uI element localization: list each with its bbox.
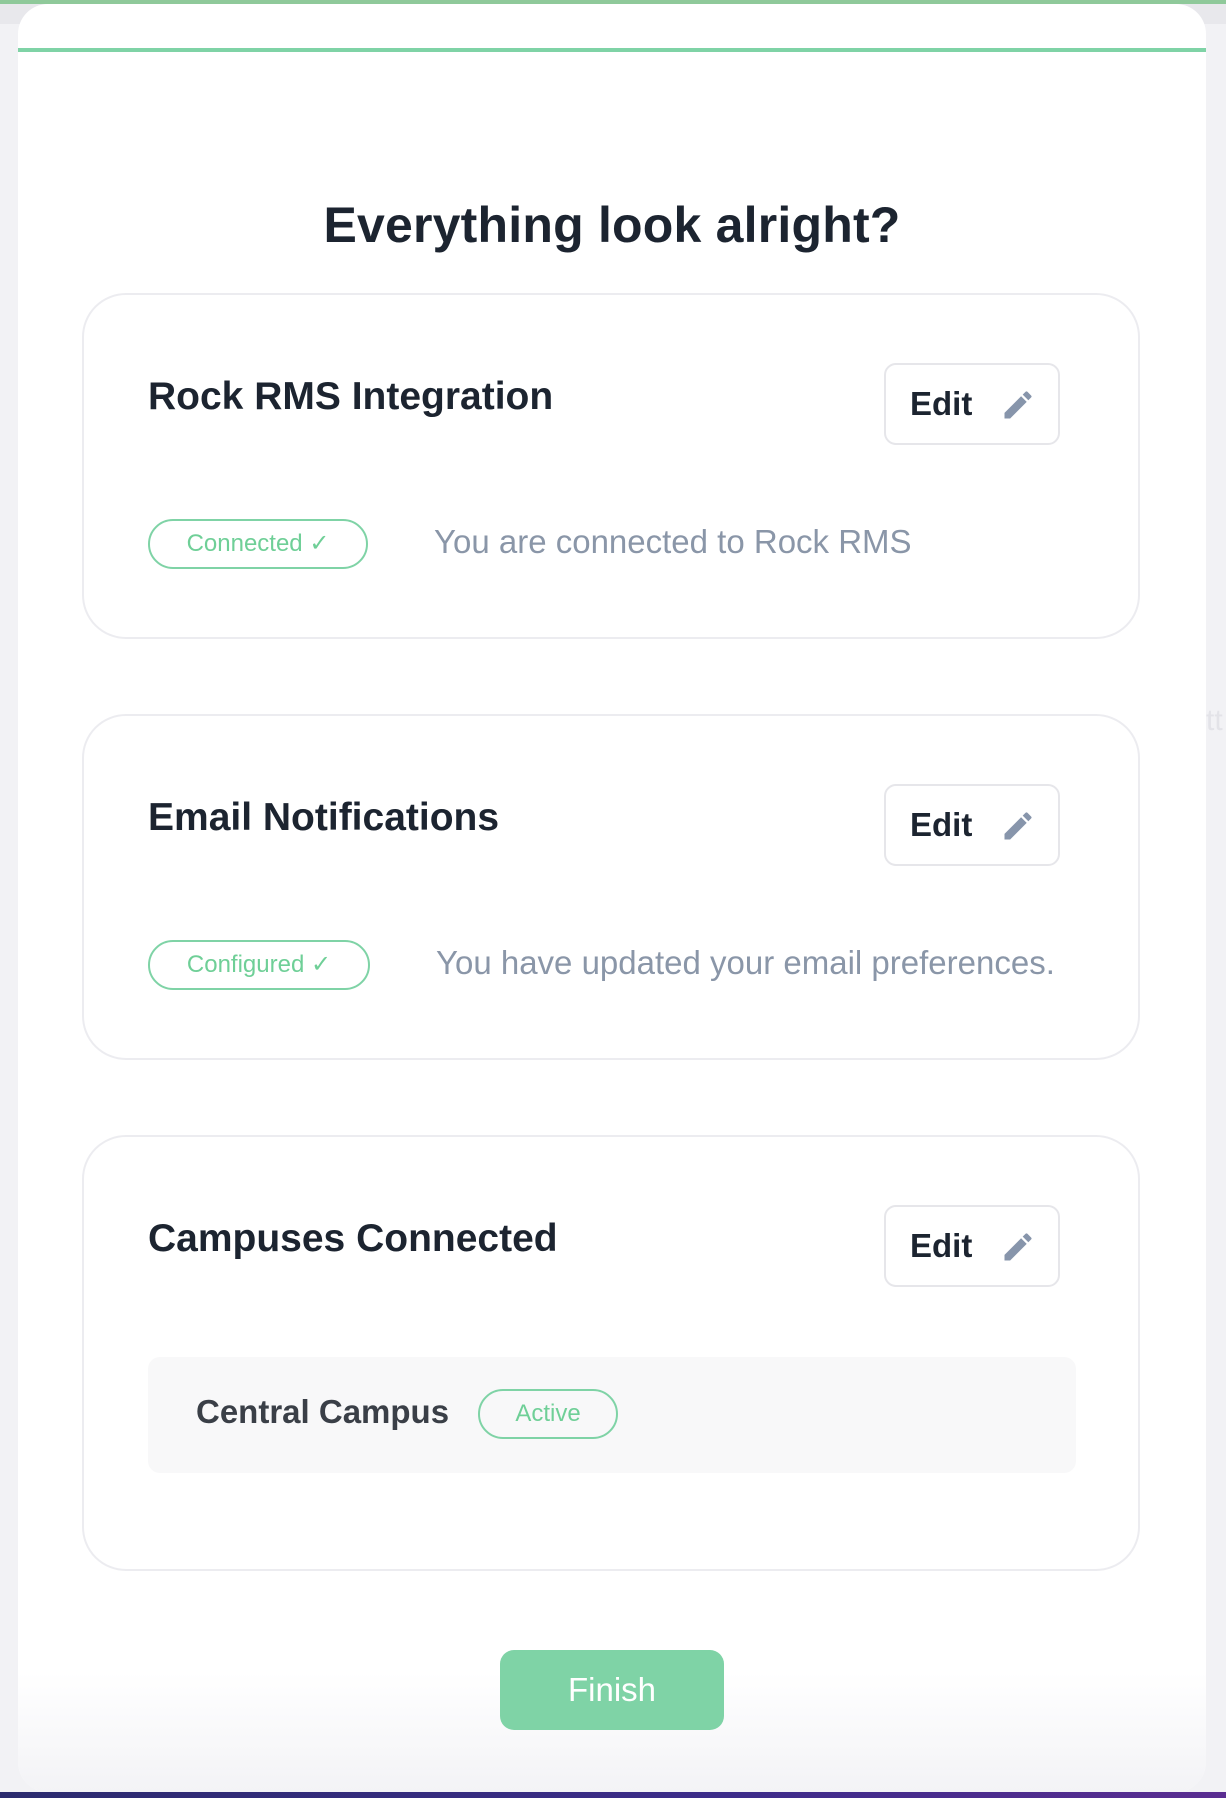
status-badge: Connected ✓ bbox=[148, 519, 368, 569]
card-email-notifications: Email Notifications Edit Configured ✓ Yo… bbox=[82, 714, 1140, 1060]
page-title: Everything look alright? bbox=[323, 197, 901, 253]
campus-status-badge: Active bbox=[478, 1389, 618, 1439]
card-campuses-connected: Campuses Connected Edit Central Campus A… bbox=[82, 1135, 1140, 1571]
pencil-icon bbox=[1004, 812, 1032, 840]
finish-button[interactable]: Finish bbox=[500, 1650, 724, 1730]
status-badge: Configured ✓ bbox=[148, 940, 370, 990]
card-title: Email Notifications bbox=[148, 796, 500, 839]
campus-name: Central Campus bbox=[196, 1393, 450, 1430]
pencil-icon bbox=[1004, 1233, 1032, 1261]
edit-campuses-button[interactable]: Edit bbox=[884, 1205, 1060, 1287]
edit-button-label: Edit bbox=[910, 806, 973, 843]
edit-rock-rms-button[interactable]: Edit bbox=[884, 363, 1060, 445]
card-rock-rms-integration: Rock RMS Integration Edit Connected ✓ Yo… bbox=[82, 293, 1140, 639]
review-modal: Everything look alright? Rock RMS Integr… bbox=[18, 4, 1206, 1792]
progress-bar bbox=[18, 48, 1206, 52]
window-bottom-border bbox=[0, 1792, 1226, 1798]
edit-button-label: Edit bbox=[910, 385, 973, 422]
card-title: Campuses Connected bbox=[148, 1217, 558, 1260]
card-title: Rock RMS Integration bbox=[148, 375, 554, 418]
edit-button-label: Edit bbox=[910, 1227, 973, 1264]
card-description: You have updated your email preferences. bbox=[436, 944, 1055, 981]
backdrop-text-fragment: tt bbox=[1206, 704, 1223, 737]
card-description: You are connected to Rock RMS bbox=[434, 523, 912, 560]
edit-email-notifications-button[interactable]: Edit bbox=[884, 784, 1060, 866]
pencil-icon bbox=[1004, 391, 1032, 419]
campus-list-item: Central Campus Active bbox=[148, 1357, 1076, 1473]
